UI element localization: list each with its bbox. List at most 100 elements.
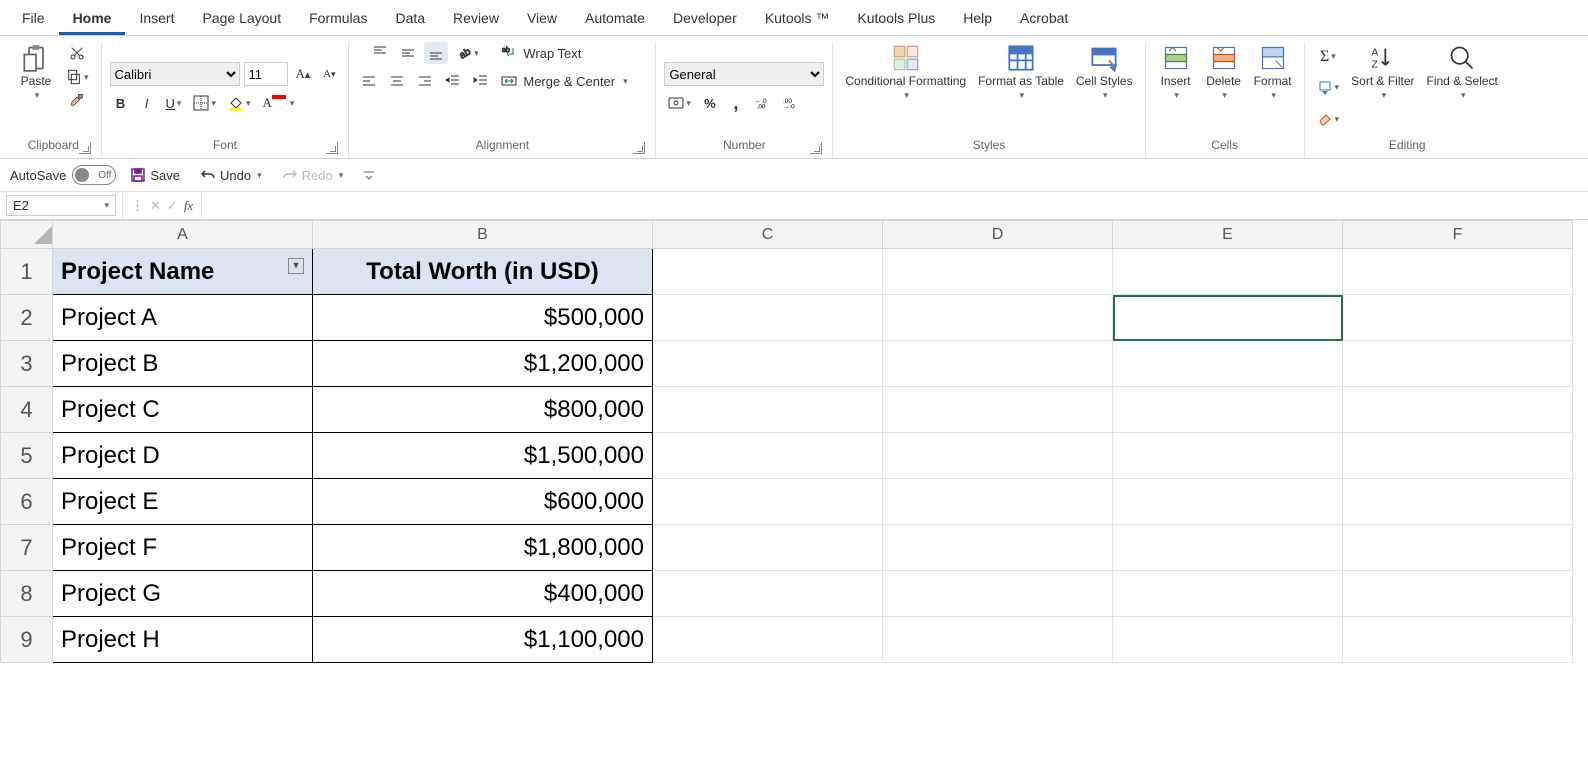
font-color-button[interactable]: A [259,92,299,114]
cell-A2[interactable]: Project A [53,295,313,341]
increase-indent-button[interactable] [469,70,493,92]
align-bottom-button[interactable] [424,42,448,64]
tab-help[interactable]: Help [949,4,1006,35]
find-select-button[interactable]: Find & Select [1423,42,1502,103]
tab-acrobat[interactable]: Acrobat [1006,4,1082,35]
tab-page-layout[interactable]: Page Layout [188,4,295,35]
dialog-launcher-icon[interactable] [79,142,91,154]
row-header-3[interactable]: 3 [1,341,53,387]
cell-B9[interactable]: $1,100,000 [313,617,653,663]
row-header-2[interactable]: 2 [1,295,53,341]
tab-data[interactable]: Data [381,4,439,35]
align-middle-button[interactable] [396,42,420,64]
cell-B7[interactable]: $1,800,000 [313,525,653,571]
cell-E8[interactable] [1113,571,1343,617]
increase-decimal-button[interactable]: ←.0.00 [751,92,775,114]
cell-C9[interactable] [653,617,883,663]
accounting-format-button[interactable] [664,92,695,114]
save-button[interactable]: Save [124,165,186,185]
col-header-F[interactable]: F [1343,221,1573,249]
percent-button[interactable]: % [699,92,721,114]
fill-button[interactable] [1313,77,1344,99]
cell-A9[interactable]: Project H [53,617,313,663]
cell-A7[interactable]: Project F [53,525,313,571]
cell-F2[interactable] [1343,295,1573,341]
cell-D3[interactable] [883,341,1113,387]
cell-E2[interactable] [1113,295,1343,341]
cancel-icon[interactable]: ✕ [150,198,161,214]
dialog-launcher-icon[interactable] [633,142,645,154]
cell-D7[interactable] [883,525,1113,571]
cell-F4[interactable] [1343,387,1573,433]
orientation-button[interactable]: ab [452,42,483,64]
format-cells-button[interactable]: Format [1250,42,1296,103]
cell-E9[interactable] [1113,617,1343,663]
cell-E6[interactable] [1113,479,1343,525]
wrap-text-button[interactable]: abWrap Text [497,42,627,64]
clear-button[interactable] [1313,108,1344,130]
align-left-button[interactable] [357,70,381,92]
cell-C6[interactable] [653,479,883,525]
cell-E1[interactable] [1113,249,1343,295]
cell-D2[interactable] [883,295,1113,341]
cell-B1[interactable]: Total Worth (in USD) [313,249,653,295]
cell-E7[interactable] [1113,525,1343,571]
formula-input[interactable] [202,193,1588,219]
tab-view[interactable]: View [513,4,571,35]
col-header-B[interactable]: B [313,221,653,249]
cell-C8[interactable] [653,571,883,617]
increase-font-button[interactable]: A▴ [292,63,315,85]
tab-kutools-plus[interactable]: Kutools Plus [843,4,949,35]
comma-button[interactable]: , [725,92,747,114]
cell-C3[interactable] [653,341,883,387]
tab-developer[interactable]: Developer [659,4,751,35]
cell-F1[interactable] [1343,249,1573,295]
row-header-6[interactable]: 6 [1,479,53,525]
align-center-button[interactable] [385,70,409,92]
enter-icon[interactable]: ✓ [167,198,178,214]
underline-button[interactable]: U [162,92,186,114]
autosave-toggle[interactable]: Off [72,165,116,185]
cell-D1[interactable] [883,249,1113,295]
cell-F3[interactable] [1343,341,1573,387]
cell-B4[interactable]: $800,000 [313,387,653,433]
fill-color-button[interactable] [224,92,255,114]
dialog-launcher-icon[interactable] [810,142,822,154]
vdots-icon[interactable]: ⋮ [131,198,144,214]
cell-C4[interactable] [653,387,883,433]
conditional-formatting-button[interactable]: Conditional Formatting [841,42,970,103]
select-all-corner[interactable] [1,221,53,249]
sort-filter-button[interactable]: AZ Sort & Filter [1347,42,1418,103]
italic-button[interactable]: I [136,92,158,114]
cell-B3[interactable]: $1,200,000 [313,341,653,387]
cell-D5[interactable] [883,433,1113,479]
worksheet-grid[interactable]: A B C D E F 1Project Name▾Total Worth (i… [0,220,1588,784]
tab-home[interactable]: Home [59,4,126,35]
decrease-decimal-button[interactable]: .00→.0 [779,92,803,114]
cut-button[interactable] [65,42,89,64]
row-header-8[interactable]: 8 [1,571,53,617]
tab-insert[interactable]: Insert [125,4,188,35]
cell-C1[interactable] [653,249,883,295]
cell-B6[interactable]: $600,000 [313,479,653,525]
decrease-font-button[interactable]: A▾ [318,63,340,85]
autosum-button[interactable]: Σ [1316,46,1340,68]
row-header-4[interactable]: 4 [1,387,53,433]
row-header-7[interactable]: 7 [1,525,53,571]
copy-button[interactable] [62,66,93,88]
paste-button[interactable]: Paste [14,42,58,103]
cell-F5[interactable] [1343,433,1573,479]
cell-A4[interactable]: Project C [53,387,313,433]
fx-icon[interactable]: fx [184,198,193,214]
cell-A3[interactable]: Project B [53,341,313,387]
cell-A6[interactable]: Project E [53,479,313,525]
name-box[interactable]: E2▾ [6,195,116,216]
tab-formulas[interactable]: Formulas [295,4,381,35]
cell-F8[interactable] [1343,571,1573,617]
row-header-9[interactable]: 9 [1,617,53,663]
align-right-button[interactable] [413,70,437,92]
cell-D8[interactable] [883,571,1113,617]
row-header-1[interactable]: 1 [1,249,53,295]
cell-A1[interactable]: Project Name▾ [53,249,313,295]
cell-D6[interactable] [883,479,1113,525]
